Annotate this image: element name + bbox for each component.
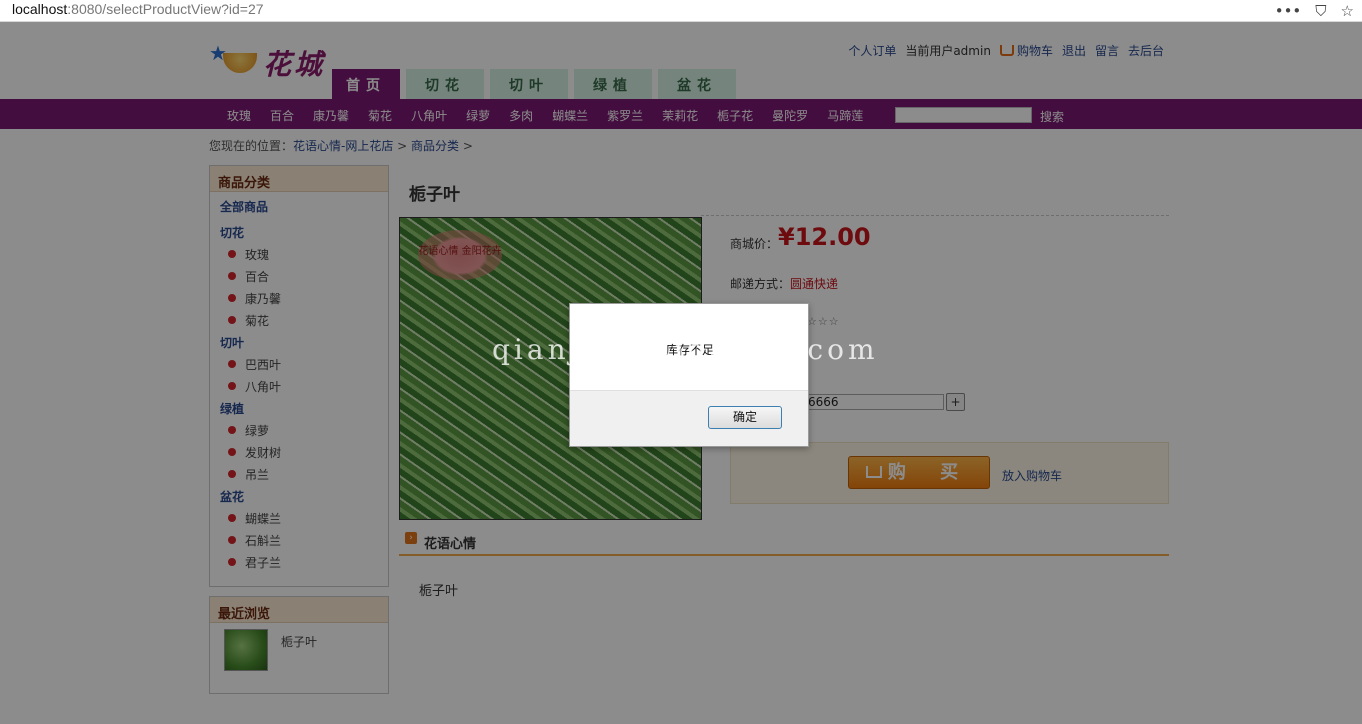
browser-toolbar: ••• ⛉ ☆ xyxy=(1275,0,1354,22)
url-text[interactable]: localhost:8080/selectProductView?id=27 xyxy=(12,1,264,17)
site-watermark: qianjc@zuidaima.com xyxy=(492,333,879,366)
url-path: :8080/selectProductView?id=27 xyxy=(67,1,264,17)
pocket-icon[interactable]: ⛉ xyxy=(1315,2,1326,20)
alert-footer: 确定 xyxy=(570,390,808,446)
browser-url-bar[interactable]: localhost:8080/selectProductView?id=27 •… xyxy=(0,0,1362,22)
page-actions-menu-icon[interactable]: ••• xyxy=(1275,2,1302,20)
alert-dialog: 库存不足 确定 xyxy=(569,303,809,447)
url-host: localhost xyxy=(12,1,68,17)
bookmark-star-icon[interactable]: ☆ xyxy=(1341,2,1354,20)
ok-button[interactable]: 确定 xyxy=(708,406,782,429)
